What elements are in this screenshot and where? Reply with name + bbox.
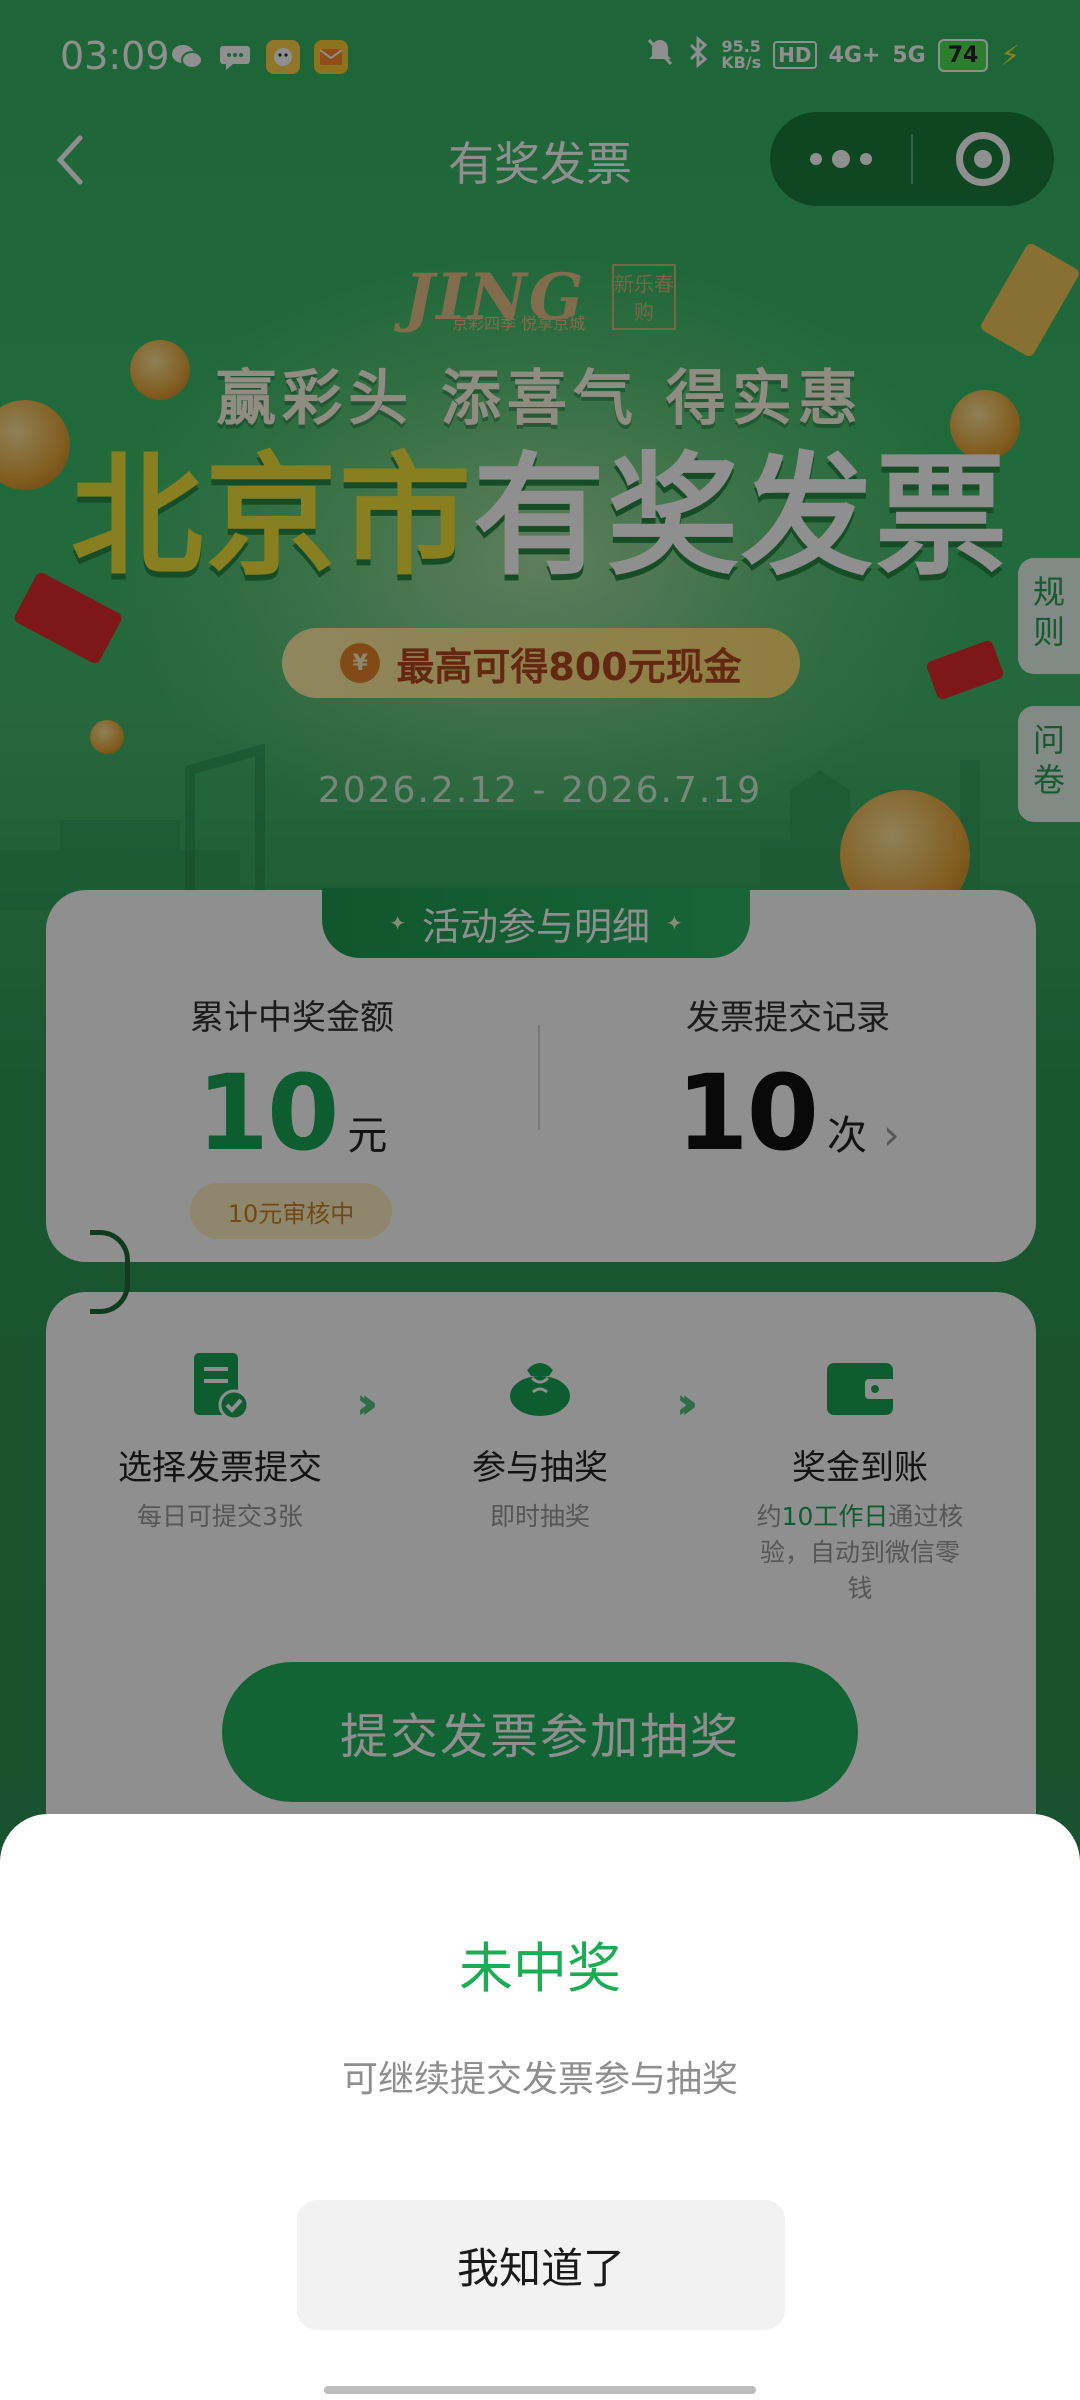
result-bottom-sheet: 未中奖 可继续提交发票参与抽奖 我知道了 [0, 1814, 1080, 2400]
home-indicator[interactable] [324, 2386, 756, 2394]
result-message: 可继续提交发票参与抽奖 [341, 2059, 738, 2100]
result-title: 未中奖 [459, 1937, 621, 2000]
acknowledge-button[interactable]: 我知道了 [297, 2200, 785, 2330]
